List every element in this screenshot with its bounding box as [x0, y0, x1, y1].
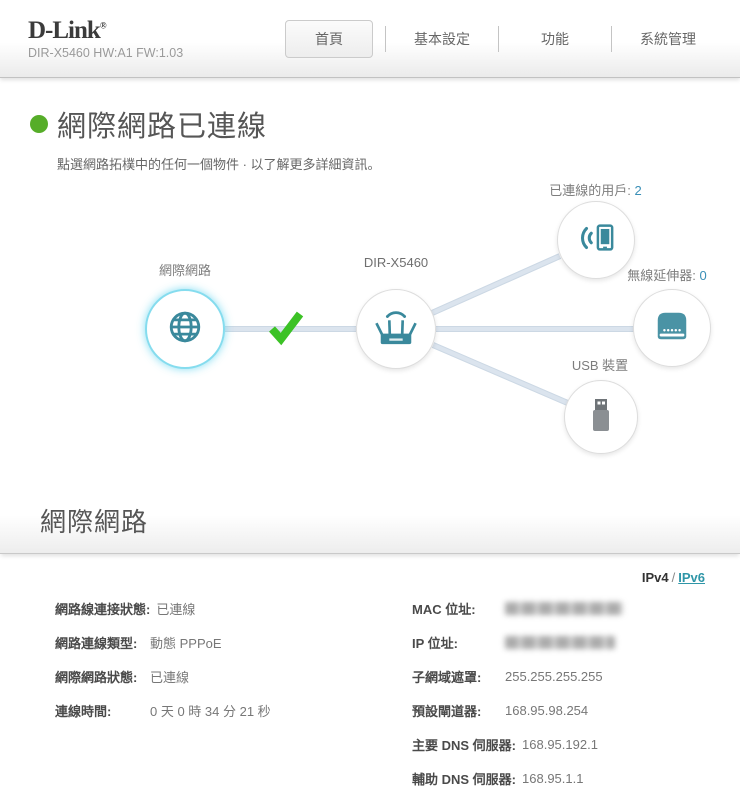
nav-separator	[498, 25, 499, 52]
registered-mark: ®	[99, 20, 107, 31]
detail-row-connection-type: 網路連線類型: 動態 PPPoE	[55, 636, 222, 651]
link-router-clients	[430, 253, 562, 316]
wifi-client-icon	[575, 219, 617, 262]
section-header: 網際網路	[0, 484, 740, 554]
extender-node[interactable]	[633, 289, 711, 367]
router-admin-page: D-Link® DIR-X5460 HW:A1 FW:1.03 首頁 基本設定 …	[0, 0, 740, 808]
internet-details-section: 網際網路 IPv4/IPv6 網路線連接狀態: 已連線 網路連線類型: 動態 P…	[0, 484, 740, 808]
detail-row-primary-dns: 主要 DNS 伺服器: 168.95.192.1	[412, 737, 598, 753]
usb-icon	[584, 395, 618, 440]
detail-row-default-gateway: 預設閘道器: 168.95.98.254	[412, 703, 589, 719]
tab-features[interactable]: 功能	[511, 21, 599, 57]
detail-row-subnet-mask: 子網域遮罩: 255.255.255.255	[412, 669, 603, 685]
extender-icon	[651, 307, 693, 350]
detail-row-secondary-dns: 輔助 DNS 伺服器: 168.95.1.1	[412, 771, 584, 787]
network-topology: 網際網路 DIR-X5460 已連線的用戶: 2 無線延伸器: 0 USB 裝置	[0, 177, 740, 479]
nav-separator	[611, 25, 612, 52]
nav-separator	[385, 25, 386, 52]
tab-home[interactable]: 首頁	[285, 19, 373, 58]
status-dot-icon	[30, 115, 48, 133]
detail-row-ip-address: IP 位址:	[412, 633, 623, 652]
ip-version-switch: IPv4/IPv6	[0, 554, 740, 585]
usb-device-node[interactable]	[564, 380, 638, 454]
tab-basic-settings[interactable]: 基本設定	[398, 21, 486, 57]
section-title: 網際網路	[40, 507, 149, 537]
internet-node[interactable]	[145, 289, 225, 369]
router-icon	[373, 306, 419, 353]
ipv4-tab[interactable]: IPv4	[642, 570, 669, 585]
redacted-ip-value	[505, 636, 615, 649]
connected-clients-node[interactable]	[557, 201, 635, 279]
usb-node-label: USB 裝置	[571, 358, 629, 373]
clients-node-label: 已連線的用戶: 2	[549, 183, 642, 198]
clients-count: 2	[634, 183, 642, 198]
redacted-mac-value	[505, 602, 623, 615]
router-node[interactable]	[356, 289, 436, 369]
detail-row-uptime: 連線時間: 0 天 0 時 34 分 21 秒	[55, 704, 271, 719]
internet-details: 網路線連接狀態: 已連線 網路連線類型: 動態 PPPoE 網際網路狀態: 已連…	[0, 599, 740, 803]
main-nav: 首頁 基本設定 功能 系統管理	[285, 19, 712, 58]
ipv6-tab[interactable]: IPv6	[678, 570, 705, 585]
connection-status: 網際網路已連線 點選網路拓樸中的任何一個物件 · 以了解更多詳細資訊。	[0, 78, 740, 173]
logo-block: D-Link® DIR-X5460 HW:A1 FW:1.03	[28, 18, 183, 60]
internet-node-label: 網際網路	[158, 263, 211, 278]
link-router-usb	[431, 342, 569, 406]
app-header: D-Link® DIR-X5460 HW:A1 FW:1.03 首頁 基本設定 …	[0, 0, 740, 78]
dlink-logo: D-Link®	[28, 16, 107, 44]
detail-row-internet-status: 網際網路狀態: 已連線	[55, 670, 190, 685]
tab-management[interactable]: 系統管理	[624, 21, 712, 57]
model-firmware-label: DIR-X5460 HW:A1 FW:1.03	[28, 45, 184, 60]
ip-version-separator: /	[671, 570, 676, 585]
detail-row-cable-status: 網路線連接狀態: 已連線	[55, 602, 196, 617]
page-title: 網際網路已連線	[57, 111, 268, 143]
check-icon	[266, 308, 306, 351]
details-left-column: 網路線連接狀態: 已連線 網路連線類型: 動態 PPPoE 網際網路狀態: 已連…	[55, 599, 357, 803]
extender-count: 0	[699, 268, 707, 283]
status-subtitle: 點選網路拓樸中的任何一個物件 · 以了解更多詳細資訊。	[57, 157, 381, 172]
link-router-extender	[436, 326, 634, 332]
globe-icon	[166, 308, 204, 351]
detail-row-mac-address: MAC 位址:	[412, 599, 623, 618]
router-node-label: DIR-X5460	[363, 255, 429, 270]
details-right-column: MAC 位址: IP 位址: 子網域遮罩: 255.255.255.255 預設…	[412, 599, 623, 803]
